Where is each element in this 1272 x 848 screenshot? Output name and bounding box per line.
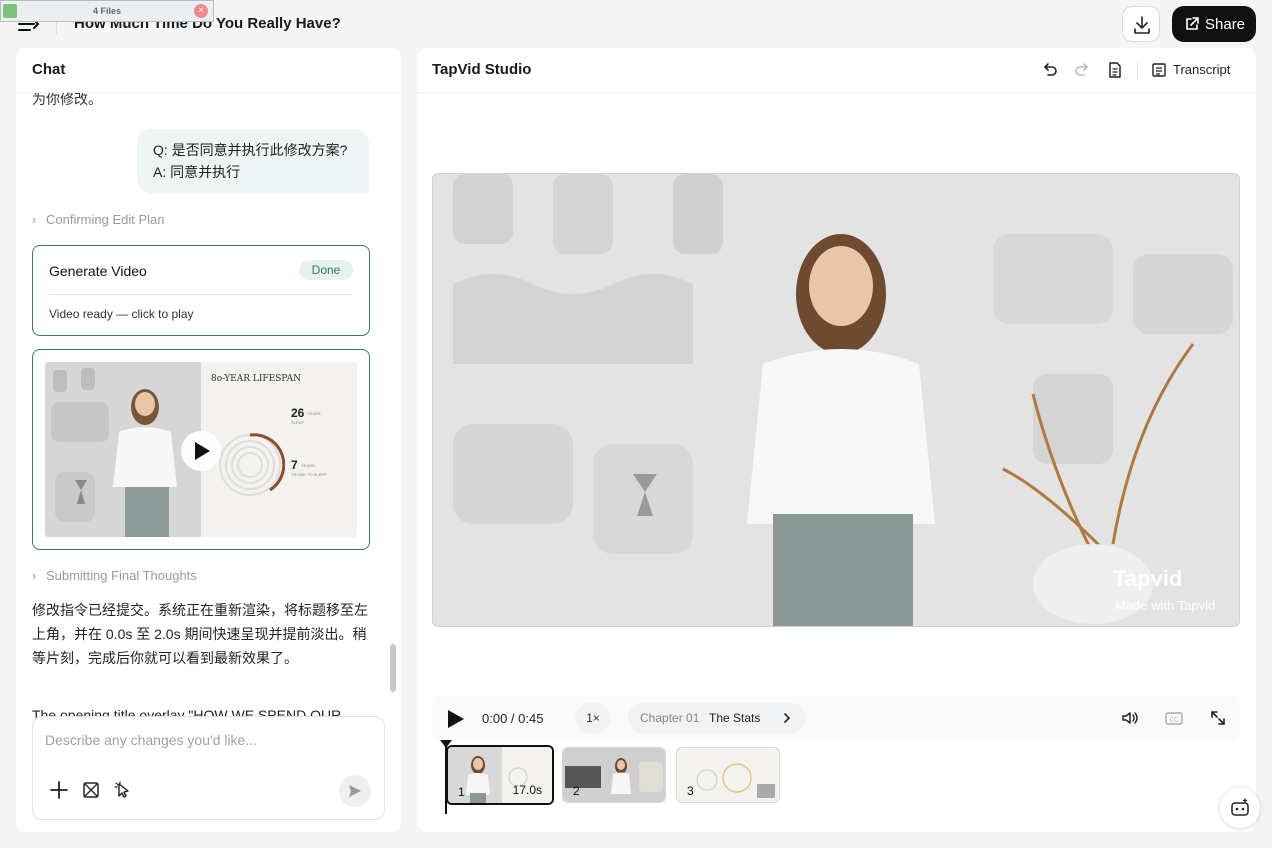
chapter-name: The Stats bbox=[709, 711, 761, 725]
user-answer: A: 同意并执行 bbox=[153, 164, 241, 180]
chevron-right-icon: › bbox=[32, 212, 37, 227]
files-chip[interactable]: 4 Files × bbox=[0, 0, 214, 22]
video-preview-card[interactable]: 8o-YEAR LIFESPAN 26 YEARS SLEEP 7 YEARS … bbox=[32, 349, 370, 550]
scrollbar[interactable] bbox=[390, 644, 396, 692]
stat-value: 7 bbox=[291, 458, 298, 472]
svg-text:CC: CC bbox=[1170, 717, 1178, 724]
chat-panel: Chat 为你修改。 Q: 是否同意并执行此修改方案? A: 同意并执行 › Co… bbox=[16, 48, 401, 832]
play-icon bbox=[195, 442, 210, 460]
close-icon[interactable]: × bbox=[194, 4, 208, 18]
play-icon[interactable] bbox=[444, 708, 466, 730]
volume-icon[interactable] bbox=[1120, 708, 1140, 728]
play-button[interactable] bbox=[181, 431, 221, 471]
studio-title: TapVid Studio bbox=[432, 61, 532, 78]
chat-input[interactable] bbox=[45, 729, 365, 751]
video-player[interactable]: Tapvid Made with Tapvid bbox=[432, 173, 1240, 627]
send-icon bbox=[349, 785, 361, 797]
chat-messages[interactable]: 为你修改。 Q: 是否同意并执行此修改方案? A: 同意并执行 › Confirm… bbox=[16, 93, 401, 719]
fullscreen-icon[interactable] bbox=[1208, 708, 1228, 728]
step-label: Confirming Edit Plan bbox=[46, 212, 165, 227]
watermark-logo: Tapvid bbox=[1113, 566, 1183, 591]
user-question: Q: 是否同意并执行此修改方案? bbox=[153, 142, 348, 158]
document-icon[interactable] bbox=[1105, 60, 1125, 80]
timeline-clip[interactable]: 2 bbox=[562, 747, 666, 803]
transcript-icon bbox=[1152, 63, 1166, 77]
stats-title: 8o-YEAR LIFESPAN bbox=[211, 374, 301, 384]
send-button[interactable] bbox=[339, 775, 371, 807]
clip-number: 3 bbox=[687, 784, 694, 798]
timeline-clip[interactable]: 3 bbox=[676, 747, 780, 803]
bot-icon bbox=[1231, 798, 1249, 816]
stats-panel: 8o-YEAR LIFESPAN 26 YEARS SLEEP 7 YEARS … bbox=[201, 362, 357, 537]
stat-unit: YEARS bbox=[307, 411, 321, 416]
chapter-label: Chapter 01 bbox=[640, 711, 700, 725]
composer bbox=[32, 716, 385, 820]
video-thumbnail: 8o-YEAR LIFESPAN 26 YEARS SLEEP 7 YEARS … bbox=[45, 362, 357, 537]
status-badge: Done bbox=[299, 260, 353, 280]
stat-unit: YEARS bbox=[301, 463, 315, 468]
presenter-image bbox=[45, 362, 201, 537]
divider bbox=[417, 92, 1256, 93]
divider bbox=[1137, 61, 1138, 79]
redo-icon[interactable] bbox=[1073, 60, 1093, 80]
progress-ring-icon bbox=[219, 433, 285, 496]
chevron-right-icon: › bbox=[32, 568, 37, 583]
divider bbox=[49, 294, 353, 295]
clip-duration: 17.0s bbox=[512, 783, 542, 797]
share-button[interactable]: Share bbox=[1172, 6, 1256, 42]
step-submitting-final-thoughts[interactable]: › Submitting Final Thoughts bbox=[32, 568, 197, 583]
stat-value: 26 bbox=[291, 406, 305, 420]
external-link-icon bbox=[1186, 17, 1199, 30]
chevron-right-icon bbox=[784, 713, 791, 723]
step-label: Submitting Final Thoughts bbox=[46, 568, 197, 583]
video-frame-image bbox=[433, 174, 1239, 626]
card-subtitle: Video ready — click to play bbox=[49, 307, 194, 321]
stat-desc: SLEEP bbox=[291, 420, 304, 425]
clip-number: 2 bbox=[573, 784, 580, 798]
transcript-label: Transcript bbox=[1173, 62, 1231, 77]
timeline-clip[interactable]: 1 17.0s bbox=[446, 745, 554, 805]
top-bar: How Much Time Do You Really Have? 4 File… bbox=[0, 0, 1272, 48]
cursor-select-icon[interactable] bbox=[112, 779, 134, 801]
playhead[interactable] bbox=[445, 740, 447, 814]
time-display: 0:00 / 0:45 bbox=[482, 711, 544, 726]
undo-icon[interactable] bbox=[1039, 60, 1059, 80]
download-button[interactable] bbox=[1122, 6, 1160, 42]
clip-number: 1 bbox=[458, 785, 465, 799]
watermark-subtitle: Made with Tapvid bbox=[1115, 598, 1216, 613]
chapter-selector[interactable]: Chapter 01 The Stats bbox=[628, 703, 806, 733]
assistant-message: 为你修改。 bbox=[32, 93, 102, 107]
media-icon[interactable] bbox=[80, 779, 102, 801]
step-confirming-edit-plan[interactable]: › Confirming Edit Plan bbox=[32, 212, 165, 227]
playback-speed-button[interactable]: 1× bbox=[575, 703, 611, 733]
files-count: 4 Files bbox=[93, 6, 122, 16]
studio-panel: TapVid Studio Transcript Tapvid Made wit… bbox=[417, 48, 1256, 832]
card-title: Generate Video bbox=[49, 263, 147, 279]
user-message: Q: 是否同意并执行此修改方案? A: 同意并执行 bbox=[137, 129, 369, 193]
share-label: Share bbox=[1205, 16, 1246, 33]
captions-icon[interactable]: CC bbox=[1164, 708, 1184, 728]
assistant-bot-button[interactable] bbox=[1220, 788, 1260, 828]
player-controls: 0:00 / 0:45 1× Chapter 01 The Stats CC bbox=[432, 696, 1240, 740]
stat-desc: TRYING TO SLEEP bbox=[291, 472, 327, 477]
timeline[interactable]: 1 17.0s 2 3 bbox=[432, 740, 1240, 816]
assistant-message: 修改指令已经提交。系统正在重新渲染，将标题移至左上角，并在 0.0s 至 2.0… bbox=[32, 602, 368, 666]
file-icon bbox=[3, 4, 17, 18]
add-icon[interactable] bbox=[48, 779, 70, 801]
chat-header: Chat bbox=[32, 61, 66, 78]
generate-video-card[interactable]: Generate Video Done Video ready — click … bbox=[32, 245, 370, 336]
